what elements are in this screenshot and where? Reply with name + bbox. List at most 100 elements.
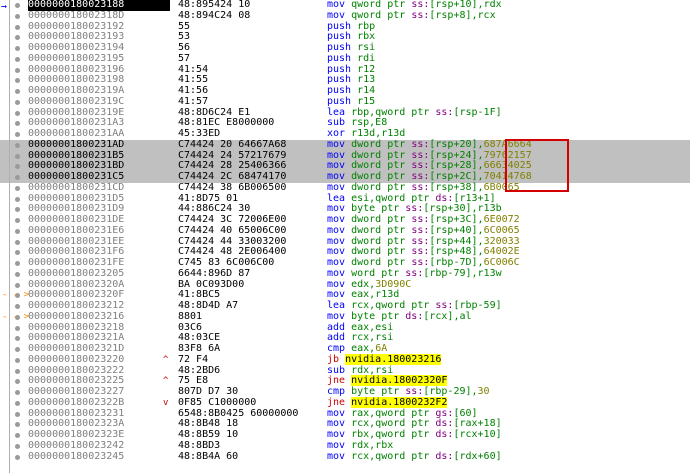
breakpoint-gutter[interactable]: [0, 355, 28, 366]
breakpoint-dot-icon[interactable]: [15, 433, 20, 438]
breakpoint-gutter[interactable]: [0, 226, 28, 237]
breakpoint-gutter[interactable]: [0, 183, 28, 194]
breakpoint-dot-icon[interactable]: [15, 239, 20, 245]
disassembly-text[interactable]: mov qword ptr ss:[rsp+8],rcx: [327, 10, 496, 22]
breakpoint-gutter[interactable]: [0, 237, 28, 248]
breakpoint-dot-icon[interactable]: [15, 411, 20, 417]
breakpoint-dot-icon[interactable]: [15, 132, 20, 137]
breakpoint-gutter[interactable]: [0, 215, 28, 226]
breakpoint-dot-icon[interactable]: [15, 3, 20, 8]
address[interactable]: 0000000180023220: [28, 354, 170, 366]
breakpoint-gutter[interactable]: [0, 409, 28, 420]
breakpoint-gutter[interactable]: [0, 75, 28, 86]
breakpoint-dot-icon[interactable]: [15, 185, 20, 191]
breakpoint-gutter[interactable]: [0, 43, 28, 54]
address[interactable]: 00000001800231CD: [28, 182, 170, 194]
breakpoint-gutter[interactable]: - - >: [0, 312, 29, 323]
breakpoint-dot-icon[interactable]: [15, 207, 20, 213]
address[interactable]: 0000000180023245: [28, 451, 170, 463]
breakpoint-gutter[interactable]: [0, 118, 28, 129]
breakpoint-dot-icon[interactable]: [15, 142, 20, 148]
disassembly-text[interactable]: mov rcx,qword ptr ds:[rdx+60]: [327, 451, 502, 463]
address[interactable]: 0000000180023216: [28, 311, 170, 323]
breakpoint-gutter[interactable]: [0, 333, 28, 344]
breakpoint-gutter[interactable]: [0, 247, 28, 258]
breakpoint-gutter[interactable]: [0, 161, 28, 172]
breakpoint-gutter[interactable]: [0, 398, 28, 409]
breakpoint-dot-icon[interactable]: [15, 24, 20, 30]
breakpoint-dot-icon[interactable]: [15, 99, 20, 105]
breakpoint-gutter[interactable]: [0, 301, 28, 312]
breakpoint-dot-icon[interactable]: [15, 325, 20, 331]
breakpoint-dot-icon[interactable]: [15, 250, 20, 256]
breakpoint-gutter[interactable]: [0, 172, 28, 183]
breakpoint-dot-icon[interactable]: [15, 282, 20, 288]
breakpoint-dot-icon[interactable]: [15, 67, 20, 73]
breakpoint-dot-icon[interactable]: [15, 218, 20, 223]
breakpoint-gutter[interactable]: [0, 97, 28, 108]
breakpoint-dot-icon[interactable]: [15, 13, 20, 19]
address[interactable]: 000000018002318D: [28, 10, 170, 22]
breakpoint-gutter[interactable]: [0, 54, 28, 65]
address[interactable]: 000000018002319C: [28, 96, 170, 108]
breakpoint-dot-icon[interactable]: [15, 454, 20, 460]
address[interactable]: 000000018002322B: [28, 397, 170, 409]
breakpoint-dot-icon[interactable]: [15, 121, 20, 127]
disassembly-text[interactable]: mov byte ptr ds:[rcx],al: [327, 311, 472, 323]
disassembly-view[interactable]: 0000000180023188 48:895424 10 mov qword pt…: [0, 0, 690, 462]
breakpoint-gutter[interactable]: [0, 430, 28, 441]
breakpoint-gutter[interactable]: [0, 108, 28, 119]
breakpoint-gutter[interactable]: [0, 258, 28, 269]
breakpoint-gutter[interactable]: [0, 269, 28, 280]
breakpoint-gutter[interactable]: [0, 441, 28, 452]
breakpoint-dot-icon[interactable]: [15, 56, 20, 62]
breakpoint-gutter[interactable]: [0, 366, 28, 377]
breakpoint-gutter[interactable]: [0, 204, 28, 215]
breakpoint-dot-icon[interactable]: [15, 78, 20, 84]
breakpoint-dot-icon[interactable]: [15, 175, 20, 180]
breakpoint-gutter[interactable]: [0, 452, 28, 463]
breakpoint-dot-icon[interactable]: [15, 110, 20, 116]
address[interactable]: 00000001800231E6: [28, 225, 170, 237]
breakpoint-gutter[interactable]: [0, 194, 28, 205]
breakpoint-gutter[interactable]: [0, 344, 28, 355]
breakpoint-dot-icon[interactable]: [15, 368, 20, 374]
breakpoint-gutter[interactable]: [0, 86, 28, 97]
breakpoint-gutter[interactable]: [0, 140, 28, 151]
breakpoint-dot-icon[interactable]: [15, 228, 20, 234]
breakpoint-dot-icon[interactable]: [15, 164, 20, 170]
breakpoint-dot-icon[interactable]: [15, 271, 20, 277]
breakpoint-gutter[interactable]: [0, 65, 28, 76]
breakpoint-gutter[interactable]: [0, 419, 28, 430]
breakpoint-dot-icon[interactable]: [15, 379, 20, 385]
breakpoint-dot-icon[interactable]: [15, 89, 20, 94]
disasm-row[interactable]: 0000000180023245 48:8B4A 60 mov rcx,qword …: [0, 451, 690, 463]
address[interactable]: 0000000180023195: [28, 53, 170, 65]
breakpoint-dot-icon[interactable]: [15, 400, 20, 406]
breakpoint-dot-icon[interactable]: [15, 347, 20, 352]
address[interactable]: 00000001800231AD: [28, 139, 170, 151]
breakpoint-dot-icon[interactable]: [15, 261, 20, 266]
breakpoint-dot-icon[interactable]: [15, 153, 20, 159]
breakpoint-dot-icon[interactable]: [15, 422, 20, 428]
breakpoint-dot-icon[interactable]: [15, 304, 20, 309]
breakpoint-gutter[interactable]: [0, 387, 28, 398]
breakpoint-gutter[interactable]: [0, 32, 28, 43]
breakpoint-dot-icon[interactable]: [15, 196, 20, 202]
breakpoint-gutter[interactable]: [0, 22, 28, 33]
breakpoint-dot-icon[interactable]: [15, 46, 20, 51]
breakpoint-gutter[interactable]: [0, 280, 28, 291]
address[interactable]: 0000000180023205: [28, 268, 170, 280]
breakpoint-gutter[interactable]: [0, 129, 28, 140]
mnemonic: mov: [327, 407, 346, 419]
breakpoint-gutter[interactable]: [0, 376, 28, 387]
breakpoint-dot-icon[interactable]: [15, 443, 20, 449]
breakpoint-dot-icon[interactable]: [15, 390, 20, 395]
breakpoint-gutter[interactable]: [0, 323, 28, 334]
breakpoint-dot-icon[interactable]: [15, 336, 20, 342]
breakpoint-dot-icon[interactable]: [15, 35, 20, 41]
breakpoint-gutter[interactable]: [0, 151, 28, 162]
address[interactable]: 0000000180023242: [28, 440, 170, 452]
breakpoint-dot-icon[interactable]: [15, 357, 20, 363]
breakpoint-gutter[interactable]: - - >: [0, 290, 29, 301]
